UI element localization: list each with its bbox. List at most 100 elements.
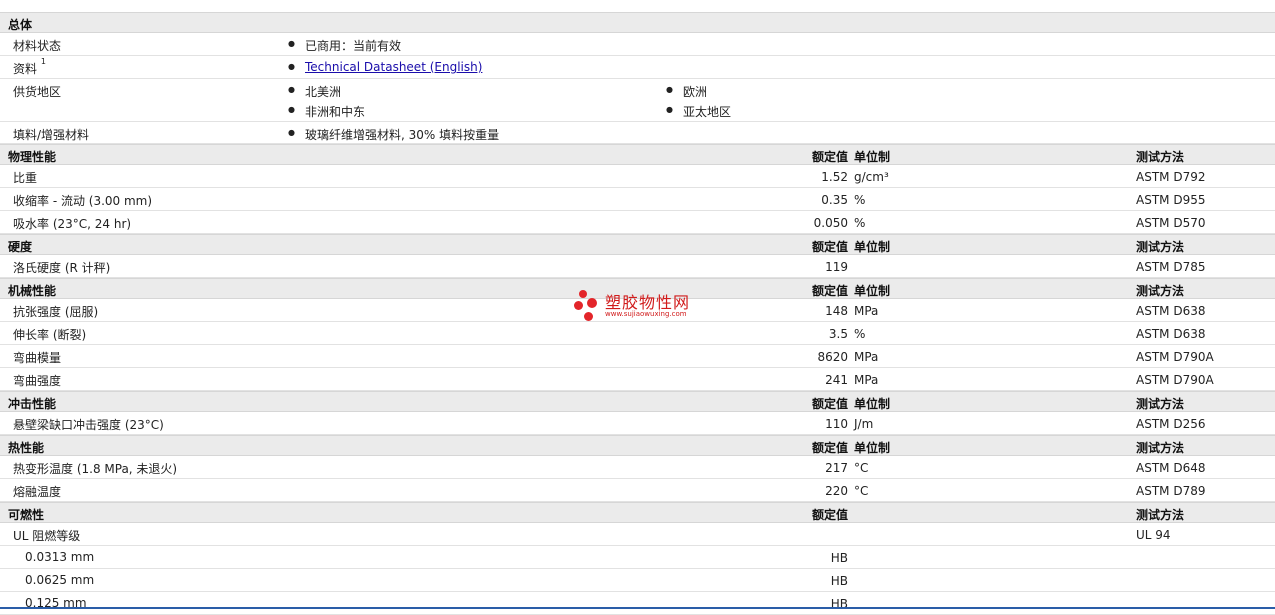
property-label: 弯曲强度 [13, 374, 62, 388]
bullet-item: 玻璃纤维增强材料, 30% 填料按重量 [288, 126, 499, 143]
row-label: 资料 1 [13, 57, 46, 76]
top-strip [0, 0, 1275, 12]
watermark-text-en: www.sujiaowuxing.com [605, 310, 687, 318]
section-header-general: 总体 [0, 12, 1275, 33]
logo-dot [579, 290, 587, 298]
col-header-unit: 单位制 [854, 284, 891, 298]
property-value: 0.050 [813, 216, 848, 230]
property-value: 8620 [817, 350, 848, 364]
property-label: 伸长率 (断裂) [13, 328, 87, 342]
footnote-ref: 1 [40, 57, 46, 66]
property-unit: MPa [854, 373, 879, 387]
property-row: 收缩率 - 流动 (3.00 mm) 0.35 % ASTM D955 [0, 188, 1275, 211]
property-value: 220 [825, 484, 848, 498]
col-header-unit: 单位制 [854, 397, 891, 411]
property-test-method: UL 94 [1136, 528, 1171, 542]
property-label: 收缩率 - 流动 (3.00 mm) [13, 194, 153, 208]
property-test-method: ASTM D570 [1136, 216, 1206, 230]
row-material-status: 材料状态 已商用：当前有效 [0, 33, 1275, 56]
bottom-divider [0, 607, 1275, 609]
bullet-item: 已商用：当前有效 [288, 37, 401, 54]
logo-dot [584, 312, 593, 321]
section-header-impact: 冲击性能 额定值 单位制 测试方法 [0, 391, 1275, 412]
property-unit: J/m [854, 417, 874, 431]
property-unit: MPa [854, 350, 879, 364]
property-unit: % [854, 327, 866, 341]
col-header-value: 额定值 [811, 240, 848, 254]
property-label: 0.0625 mm [25, 573, 95, 587]
property-test-method: ASTM D638 [1136, 327, 1206, 341]
property-row: 悬壁梁缺口冲击强度 (23°C) 110 J/m ASTM D256 [0, 412, 1275, 435]
property-unit: MPa [854, 304, 879, 318]
section-title: 硬度 [8, 240, 33, 254]
property-value: 119 [825, 260, 848, 274]
col-header-unit: 单位制 [854, 150, 891, 164]
property-label: 洛氏硬度 (R 计秤) [13, 261, 111, 275]
region-item: 欧洲 [666, 83, 707, 100]
col-header-test: 测试方法 [1136, 150, 1185, 164]
property-subrow: 0.0625 mm HB [0, 569, 1275, 592]
property-label: 弯曲模量 [13, 351, 62, 365]
property-test-method: ASTM D792 [1136, 170, 1206, 184]
property-test-method: ASTM D955 [1136, 193, 1206, 207]
col-header-value: 额定值 [811, 150, 848, 164]
row-filler: 填料/增强材料 玻璃纤维增强材料, 30% 填料按重量 [0, 122, 1275, 144]
region-item: 非洲和中东 [288, 103, 365, 120]
row-supply-region: 供货地区 北美洲 欧洲 非洲和中东 亚太地区 [0, 79, 1275, 122]
section-header-flammability: 可燃性 额定值 测试方法 [0, 502, 1275, 523]
property-row: UL 阻燃等级 UL 94 [0, 523, 1275, 546]
property-row: 洛氏硬度 (R 计秤) 119 ASTM D785 [0, 255, 1275, 278]
section-header-thermal: 热性能 额定值 单位制 测试方法 [0, 435, 1275, 456]
col-header-value: 额定值 [811, 397, 848, 411]
property-unit: °C [854, 461, 869, 475]
region-item: 亚太地区 [666, 103, 731, 120]
property-test-method: ASTM D785 [1136, 260, 1206, 274]
row-info: 资料 1 Technical Datasheet (English) [0, 56, 1275, 79]
col-header-value: 额定值 [811, 441, 848, 455]
property-value: 3.5 [828, 327, 848, 341]
property-label: 吸水率 (23°C, 24 hr) [13, 217, 132, 231]
row-label: 填料/增强材料 [13, 128, 90, 142]
datasheet-link[interactable]: Technical Datasheet (English) [305, 60, 482, 74]
property-label: 热变形温度 (1.8 MPa, 未退火) [13, 462, 178, 476]
property-test-method: ASTM D789 [1136, 484, 1206, 498]
property-value: 217 [825, 461, 848, 475]
property-subrow: 0.0313 mm HB [0, 546, 1275, 569]
col-header-test: 测试方法 [1136, 240, 1185, 254]
property-row: 弯曲模量 8620 MPa ASTM D790A [0, 345, 1275, 368]
watermark-logo: 塑胶物性网 www.sujiaowuxing.com [574, 288, 704, 324]
property-unit: % [854, 216, 866, 230]
col-header-value: 额定值 [811, 508, 848, 522]
property-row: 熔融温度 220 °C ASTM D789 [0, 479, 1275, 502]
logo-dot [574, 301, 583, 310]
col-header-unit: 单位制 [854, 240, 891, 254]
property-test-method: ASTM D790A [1136, 373, 1214, 387]
property-unit: g/cm³ [854, 170, 889, 184]
row-label: 材料状态 [13, 39, 62, 53]
section-header-physical: 物理性能 额定值 单位制 测试方法 [0, 144, 1275, 165]
property-test-method: ASTM D638 [1136, 304, 1206, 318]
col-header-test: 测试方法 [1136, 397, 1185, 411]
row-label: 供货地区 [13, 85, 62, 99]
property-test-method: ASTM D648 [1136, 461, 1206, 475]
property-row: 热变形温度 (1.8 MPa, 未退火) 217 °C ASTM D648 [0, 456, 1275, 479]
section-title: 可燃性 [8, 508, 45, 522]
property-unit: °C [854, 484, 869, 498]
property-value: HB [830, 574, 848, 588]
col-header-test: 测试方法 [1136, 441, 1185, 455]
property-row: 伸长率 (断裂) 3.5 % ASTM D638 [0, 322, 1275, 345]
property-value: HB [830, 551, 848, 565]
section-title: 冲击性能 [8, 397, 57, 411]
property-label: 比重 [13, 171, 38, 185]
property-test-method: ASTM D256 [1136, 417, 1206, 431]
region-item: 北美洲 [288, 83, 341, 100]
property-value: 1.52 [821, 170, 848, 184]
logo-dot [587, 298, 597, 308]
property-label: UL 阻燃等级 [13, 529, 81, 543]
section-header-hardness: 硬度 额定值 单位制 测试方法 [0, 234, 1275, 255]
property-subrow: 0.125 mm HB [0, 592, 1275, 615]
property-value: 241 [825, 373, 848, 387]
property-label: 0.0313 mm [25, 550, 95, 564]
property-test-method: ASTM D790A [1136, 350, 1214, 364]
property-value: 110 [825, 417, 848, 431]
